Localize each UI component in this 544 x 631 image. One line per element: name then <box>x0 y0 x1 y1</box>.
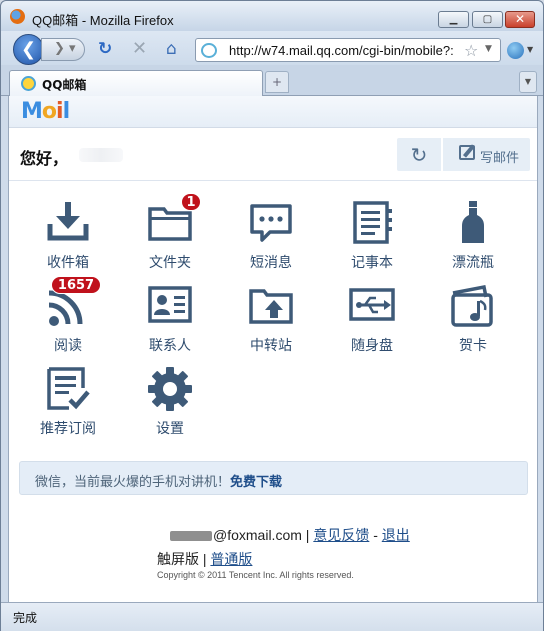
copyright-text: Copyright © 2011 Tencent Inc. All rights… <box>157 570 354 580</box>
grid-label: 短消息 <box>250 255 292 271</box>
message-bubble-icon <box>250 204 292 242</box>
browser-window: QQ邮箱 - Mozilla Firefox ▁ ▢ ✕ ❮ ❯ ▾ ↻ ✕ ⌂… <box>0 0 544 631</box>
maximize-icon: ▢ <box>482 14 493 25</box>
tab-strip: QQ邮箱 + ▼ <box>1 65 543 96</box>
grid-label: 阅读 <box>54 338 82 354</box>
back-button[interactable]: ❮ <box>13 34 44 65</box>
greeting-bar: 您好， ↻ 写邮件 <box>9 129 537 181</box>
tab-title: QQ邮箱 <box>42 78 87 92</box>
grid-label: 中转站 <box>250 338 292 354</box>
close-button[interactable]: ✕ <box>505 11 535 28</box>
version-switcher: 触屏版 | 普通版 <box>157 551 253 567</box>
grid-item-contacts[interactable]: 联系人 <box>127 283 207 359</box>
grid-label: 设置 <box>156 421 184 437</box>
notebook-icon <box>353 201 392 244</box>
navigation-toolbar: ❮ ❯ ▾ ↻ ✕ ⌂ http://w74.mail.qq.com/cgi-b… <box>1 31 543 65</box>
grid-item-drift-bottle[interactable]: 漂流瓶 <box>430 200 510 276</box>
firefox-icon <box>10 9 25 24</box>
grid-label: 记事本 <box>351 255 393 271</box>
drift-bottle-icon <box>462 201 484 243</box>
grid-item-settings[interactable]: 设置 <box>127 366 207 442</box>
grid-item-greeting-card[interactable]: 贺卡 <box>430 283 510 359</box>
grid-item-notebook[interactable]: 记事本 <box>329 200 409 276</box>
greeting-text: 您好， <box>20 149 69 168</box>
status-text: 完成 <box>13 611 38 625</box>
tab-qqmail[interactable]: QQ邮箱 <box>9 70 263 96</box>
username-redacted <box>79 148 123 162</box>
search-dropdown-icon[interactable]: ▼ <box>527 45 533 54</box>
grid-label: 推荐订阅 <box>40 421 96 437</box>
forward-button[interactable]: ❯ ▾ <box>41 38 85 61</box>
free-download-link[interactable]: 免费下载 <box>230 475 282 490</box>
grid-item-folders[interactable]: 文件夹 1 <box>127 193 207 276</box>
back-arrow-icon: ❮ <box>20 39 37 60</box>
feedback-link[interactable]: 意见反馈 <box>313 527 369 543</box>
plus-icon: + <box>271 75 283 89</box>
search-engine-icon[interactable] <box>507 42 524 59</box>
compose-label: 写邮件 <box>480 151 520 166</box>
grid-item-messages[interactable]: 短消息 <box>228 200 308 276</box>
chevron-down-icon: ▼ <box>524 77 532 86</box>
contact-card-icon <box>148 286 192 323</box>
page-viewport: Moil 您好， ↻ 写邮件 收件箱 文件夹 1 短消息 记事本 漂流瓶 阅读 … <box>8 96 538 602</box>
minimize-button[interactable]: ▁ <box>438 11 469 28</box>
compose-button[interactable]: 写邮件 <box>442 138 530 171</box>
url-text[interactable]: http://w74.mail.qq.com/cgi-bin/mobile?:s <box>229 43 454 58</box>
inbox-download-icon <box>47 202 89 241</box>
new-tab-button[interactable]: + <box>265 71 289 93</box>
grid-item-usb-drive[interactable]: 随身盘 <box>329 283 409 359</box>
grid-label: 漂流瓶 <box>452 255 494 271</box>
grid-item-inbox[interactable]: 收件箱 <box>25 200 105 276</box>
grid-item-subscriptions[interactable]: 推荐订阅 <box>25 366 105 442</box>
tab-list-button[interactable]: ▼ <box>519 71 537 93</box>
maximize-button[interactable]: ▢ <box>472 11 503 28</box>
grid-label: 文件夹 <box>149 255 191 271</box>
stop-icon[interactable]: ✕ <box>132 40 147 58</box>
touch-version-current: 触屏版 <box>157 551 199 567</box>
promo-text: 微信，当前最火爆的手机对讲机！免费下载 <box>35 475 283 490</box>
title-bar: QQ邮箱 - Mozilla Firefox ▁ ▢ ✕ <box>1 1 543 31</box>
logo-bar: Moil <box>9 96 537 128</box>
status-bar: 完成 <box>1 602 543 631</box>
minimize-icon: ▁ <box>449 14 458 25</box>
grid-label: 贺卡 <box>459 338 487 354</box>
refresh-button[interactable]: ↻ <box>397 138 441 171</box>
reload-icon[interactable]: ↻ <box>98 40 112 58</box>
close-icon: ✕ <box>514 12 526 26</box>
grid-label: 联系人 <box>149 338 191 354</box>
refresh-icon: ↻ <box>410 143 428 167</box>
transfer-folder-icon <box>249 289 293 324</box>
forward-arrow-icon: ❯ ▾ <box>54 41 76 56</box>
standard-version-link[interactable]: 普通版 <box>210 551 252 567</box>
subscription-icon <box>47 367 90 410</box>
grid-label: 随身盘 <box>351 338 393 354</box>
unread-badge: 1 <box>181 193 201 211</box>
qqmail-logo: Moil <box>21 99 70 124</box>
qq-favicon-icon <box>21 76 36 91</box>
grid-label: 收件箱 <box>47 255 89 271</box>
compose-pencil-icon <box>459 145 475 160</box>
window-title: QQ邮箱 - Mozilla Firefox <box>32 13 174 28</box>
account-email-domain: @foxmail.com <box>213 527 302 543</box>
home-icon[interactable]: ⌂ <box>166 40 177 58</box>
greeting-card-icon <box>451 284 493 327</box>
gear-icon <box>148 367 192 411</box>
site-identity-icon[interactable] <box>201 43 217 58</box>
usb-drive-icon <box>349 288 395 321</box>
grid-item-transfer[interactable]: 中转站 <box>228 283 308 359</box>
wechat-promo-banner: 微信，当前最火爆的手机对讲机！免费下载 <box>19 461 528 495</box>
grid-item-reader[interactable]: 阅读 1657 <box>25 276 105 359</box>
unread-badge: 1657 <box>51 276 101 294</box>
bookmark-star-icon[interactable]: ☆ <box>464 41 478 60</box>
logout-link[interactable]: 退出 <box>382 527 410 543</box>
url-history-dropdown-icon[interactable]: ▼ <box>485 44 492 54</box>
url-bar[interactable]: http://w74.mail.qq.com/cgi-bin/mobile?:s… <box>195 38 501 62</box>
account-footer: @foxmail.com | 意见反馈 - 退出 <box>170 525 410 545</box>
account-name-redacted <box>170 531 212 542</box>
